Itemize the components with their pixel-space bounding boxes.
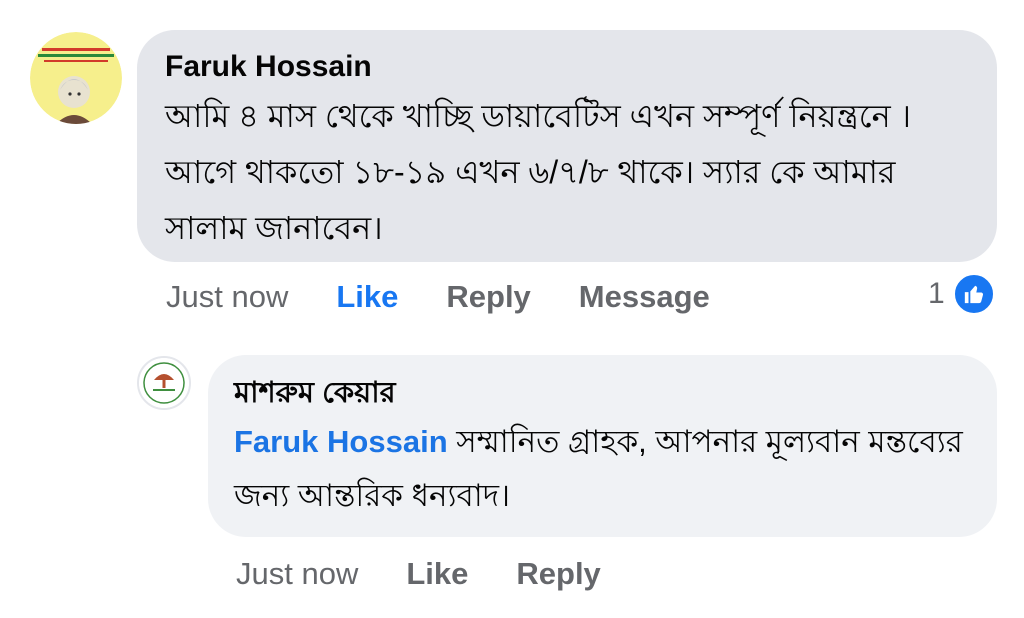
mentioned-user[interactable]: Faruk Hossain bbox=[234, 424, 448, 459]
message-button[interactable]: Message bbox=[579, 279, 710, 315]
reaction-summary[interactable]: 1 bbox=[928, 273, 995, 315]
reply-bubble: মাশরুম কেয়ার Faruk Hossain সম্মানিত গ্র… bbox=[208, 355, 997, 537]
reply-author[interactable]: মাশরুম কেয়ার bbox=[234, 373, 971, 413]
comment-thread: Faruk Hossain আমি ৪ মাস থেকে খাচ্ছি ডায়… bbox=[0, 0, 1024, 618]
reply-timestamp[interactable]: Just now bbox=[236, 556, 358, 592]
comment-bubble: Faruk Hossain আমি ৪ মাস থেকে খাচ্ছি ডায়… bbox=[137, 30, 997, 262]
like-button[interactable]: Like bbox=[336, 279, 398, 315]
commenter-avatar[interactable] bbox=[30, 32, 122, 124]
page-avatar[interactable] bbox=[137, 356, 191, 410]
reply-reply-button[interactable]: Reply bbox=[516, 556, 600, 592]
comment-text: আমি ৪ মাস থেকে খাচ্ছি ডায়াবেটিস এখন সম্… bbox=[165, 98, 912, 246]
reply-button[interactable]: Reply bbox=[446, 279, 530, 315]
reaction-count: 1 bbox=[928, 277, 945, 310]
comment-author[interactable]: Faruk Hossain bbox=[165, 50, 969, 84]
reply-actions: Just now Like Reply bbox=[236, 549, 649, 599]
comment-actions: Just now Like Reply Message bbox=[166, 272, 758, 322]
reply-like-button[interactable]: Like bbox=[406, 556, 468, 592]
like-icon bbox=[952, 273, 995, 315]
comment-timestamp[interactable]: Just now bbox=[166, 279, 288, 315]
reply-text-line: Faruk Hossain সম্মানিত গ্রাহক, আপনার মূল… bbox=[234, 415, 971, 523]
